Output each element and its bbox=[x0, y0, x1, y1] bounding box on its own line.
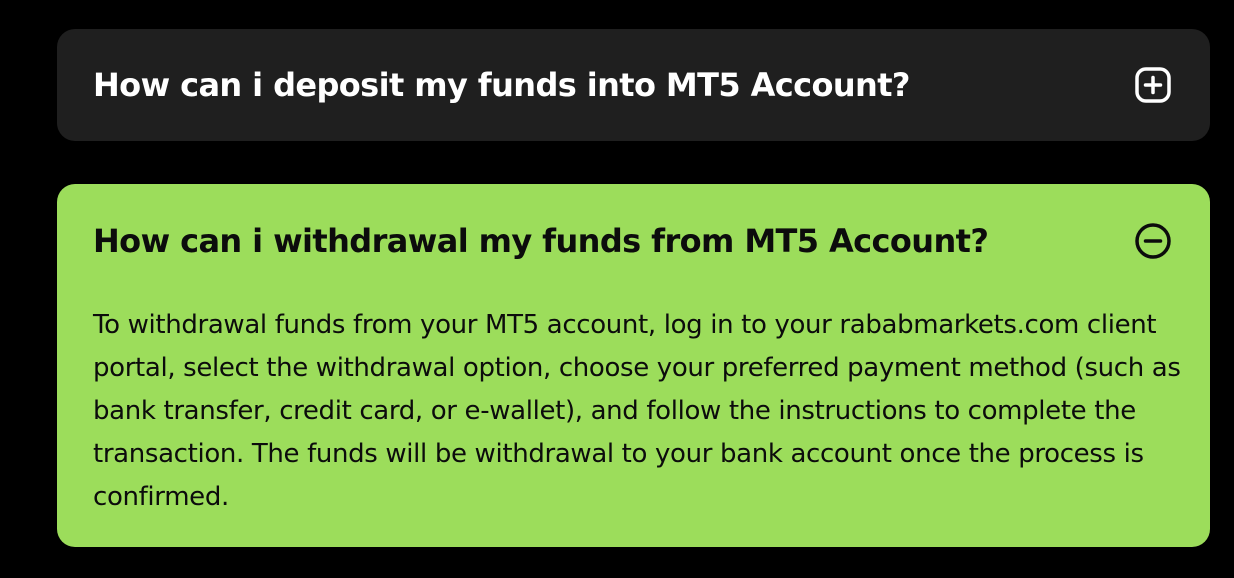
faq-question[interactable]: How can i withdrawal my funds from MT5 A… bbox=[93, 221, 989, 261]
faq-answer: To withdrawal funds from your MT5 accoun… bbox=[93, 310, 1181, 512]
faq-item-deposit[interactable]: How can i deposit my funds into MT5 Acco… bbox=[57, 29, 1210, 141]
faq-question[interactable]: How can i deposit my funds into MT5 Acco… bbox=[93, 65, 911, 105]
plus-square-icon[interactable] bbox=[1134, 66, 1172, 104]
faq-item-withdrawal[interactable]: How can i withdrawal my funds from MT5 A… bbox=[57, 184, 1210, 547]
minus-circle-icon[interactable] bbox=[1134, 222, 1172, 260]
